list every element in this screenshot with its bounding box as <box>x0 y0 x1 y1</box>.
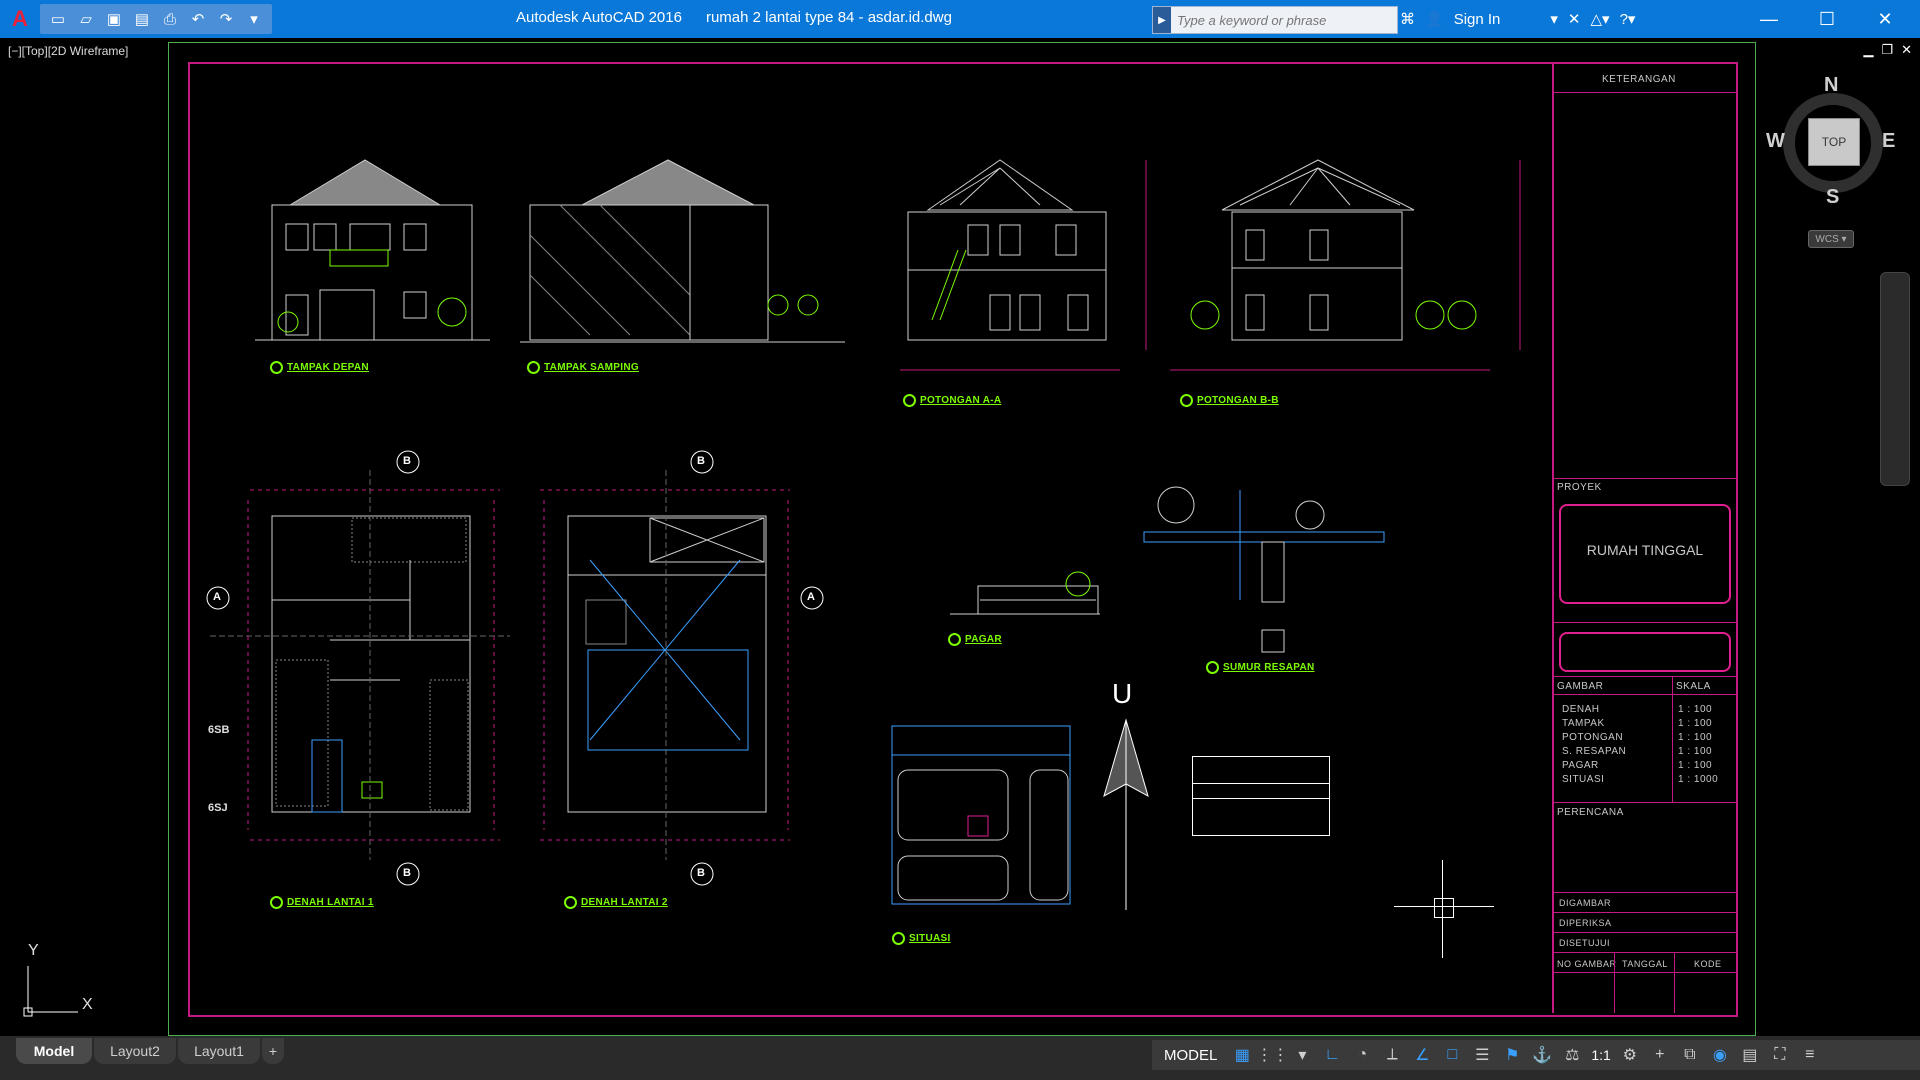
north-label: U <box>1112 678 1133 709</box>
label-section-b: POTONGAN B-B <box>1180 394 1279 407</box>
annotation-scale-value[interactable]: 1:1 <box>1591 1047 1610 1063</box>
status-bar: MODEL ▦ ⋮⋮ ▾ ∟ ◔ ⟂ ∠ □ ☰ ⚑ ⚓ ⚖ 1:1 ⚙ + ⧉… <box>1152 1040 1920 1070</box>
section-mark-b-top-2: B <box>697 455 705 467</box>
schedule-item-scale: 1 : 100 <box>1678 718 1713 729</box>
schedule-item-name: TAMPAK <box>1562 718 1605 729</box>
gambar-label: GAMBAR <box>1557 681 1604 692</box>
viewcube[interactable]: TOP N S E W <box>1766 74 1896 209</box>
north-arrow-drawing <box>1103 718 1149 910</box>
annotation-visibility-icon[interactable]: ⚑ <box>1501 1044 1523 1066</box>
fence-detail-drawing <box>950 571 1100 615</box>
kode-label: KODE <box>1694 959 1722 969</box>
keterangan-label: KETERANGAN <box>1602 74 1676 85</box>
perencana-label: PERENCANA <box>1557 807 1624 818</box>
auto-scale-icon[interactable]: ⚓ <box>1531 1044 1553 1066</box>
title-block: KETERANGAN PROYEK RUMAH TINGGAL GAMBAR S… <box>1552 62 1736 1013</box>
proyek-label: PROYEK <box>1557 482 1602 493</box>
schedule-item-name: DENAH <box>1562 704 1600 715</box>
quick-properties-icon[interactable]: ◉ <box>1709 1044 1731 1066</box>
compass-north[interactable]: N <box>1824 74 1838 97</box>
diperiksa-label: DIPERIKSA <box>1559 918 1612 928</box>
lineweight-icon[interactable]: ☰ <box>1471 1044 1493 1066</box>
annotation-scale-icon[interactable]: ⚖ <box>1561 1044 1583 1066</box>
section-mark-a-right: A <box>807 591 815 603</box>
schedule-item-name: SITUASI <box>1562 774 1605 785</box>
schedule-item-name: S. RESAPAN <box>1562 746 1627 757</box>
ucs-icon <box>23 966 78 1017</box>
compass-east[interactable]: E <box>1882 130 1895 153</box>
schedule-item-name: POTONGAN <box>1562 732 1624 743</box>
polar-tracking-icon[interactable]: ◔ <box>1351 1044 1373 1066</box>
object-snap-tracking-icon[interactable]: ∠ <box>1411 1044 1433 1066</box>
grid-label-6sb: 6SB <box>208 724 230 736</box>
snap-icon[interactable]: ⋮⋮ <box>1256 1044 1288 1066</box>
object-snap-icon[interactable]: □ <box>1441 1044 1463 1066</box>
label-front-elevation: TAMPAK DEPAN <box>270 361 369 374</box>
digambar-label: DIGAMBAR <box>1559 898 1612 908</box>
section-a-drawing <box>900 159 1147 371</box>
section-mark-b-bottom-1: B <box>403 867 411 879</box>
tab-model[interactable]: Model <box>16 1038 92 1064</box>
cursor-pickbox <box>1434 898 1454 918</box>
front-elevation-drawing <box>255 159 490 341</box>
clean-screen-icon[interactable]: ⛶ <box>1769 1044 1791 1066</box>
isodraft-icon[interactable]: ⟂ <box>1381 1044 1403 1066</box>
label-site: SITUASI <box>892 932 951 945</box>
snap-dropdown-icon[interactable]: ▾ <box>1291 1044 1313 1066</box>
compass-west[interactable]: W <box>1766 130 1785 153</box>
floor-plan-2-drawing <box>540 450 824 886</box>
label-fence: PAGAR <box>948 633 1002 646</box>
project-name: RUMAH TINGGAL <box>1586 542 1704 558</box>
side-elevation-drawing <box>520 159 845 343</box>
disetujui-label: DISETUJUI <box>1559 938 1611 948</box>
ucs-y-label: Y <box>28 942 39 959</box>
customization-menu-icon[interactable]: ≡ <box>1799 1044 1821 1066</box>
tanggal-label: TANGGAL <box>1622 959 1668 969</box>
tab-layout2[interactable]: Layout2 <box>94 1038 176 1064</box>
skala-label: SKALA <box>1676 681 1711 692</box>
section-mark-b-top-1: B <box>403 455 411 467</box>
schedule-item-scale: 1 : 1000 <box>1678 774 1719 785</box>
schedule-item-scale: 1 : 100 <box>1678 760 1713 771</box>
ortho-icon[interactable]: ∟ <box>1321 1044 1343 1066</box>
label-section-a: POTONGAN A-A <box>903 394 1001 407</box>
ucs-x-label: X <box>82 996 93 1013</box>
model-space-button[interactable]: MODEL <box>1158 1047 1223 1064</box>
grid-icon[interactable]: ▦ <box>1231 1044 1253 1066</box>
subtitle-box <box>1559 632 1731 672</box>
schedule-item-name: PAGAR <box>1562 760 1599 771</box>
tab-layout1[interactable]: Layout1 <box>178 1038 260 1064</box>
navigation-bar[interactable] <box>1880 272 1910 486</box>
schedule-item-scale: 1 : 100 <box>1678 732 1713 743</box>
well-detail-drawing <box>1143 486 1385 653</box>
label-well: SUMUR RESAPAN <box>1206 661 1315 674</box>
label-plan-2: DENAH LANTAI 2 <box>564 896 668 909</box>
viewcube-top-face[interactable]: TOP <box>1808 118 1860 166</box>
add-layout-button[interactable]: + <box>262 1038 284 1064</box>
floor-plan-1-drawing <box>206 450 510 886</box>
workspace-gear-icon[interactable]: ⚙ <box>1619 1044 1641 1066</box>
compass-south[interactable]: S <box>1826 186 1839 209</box>
site-plan-drawing <box>891 725 1071 905</box>
well-volume-table <box>1192 756 1330 836</box>
annotation-monitor-icon[interactable]: + <box>1649 1044 1671 1066</box>
section-b-drawing <box>1170 159 1521 371</box>
section-mark-a-left: A <box>213 591 221 603</box>
units-icon[interactable]: ⧉ <box>1679 1044 1701 1066</box>
wcs-menu-button[interactable]: WCS ▾ <box>1808 230 1854 248</box>
project-name-box: RUMAH TINGGAL <box>1559 504 1731 604</box>
schedule-item-scale: 1 : 100 <box>1678 746 1713 757</box>
no-gambar-label: NO GAMBAR <box>1557 959 1617 969</box>
label-plan-1: DENAH LANTAI 1 <box>270 896 374 909</box>
schedule-item-scale: 1 : 100 <box>1678 704 1713 715</box>
grid-label-6sj: 6SJ <box>208 802 228 814</box>
label-side-elevation: TAMPAK SAMPING <box>527 361 639 374</box>
isolate-objects-icon[interactable]: ▤ <box>1739 1044 1761 1066</box>
section-mark-b-bottom-2: B <box>697 867 705 879</box>
